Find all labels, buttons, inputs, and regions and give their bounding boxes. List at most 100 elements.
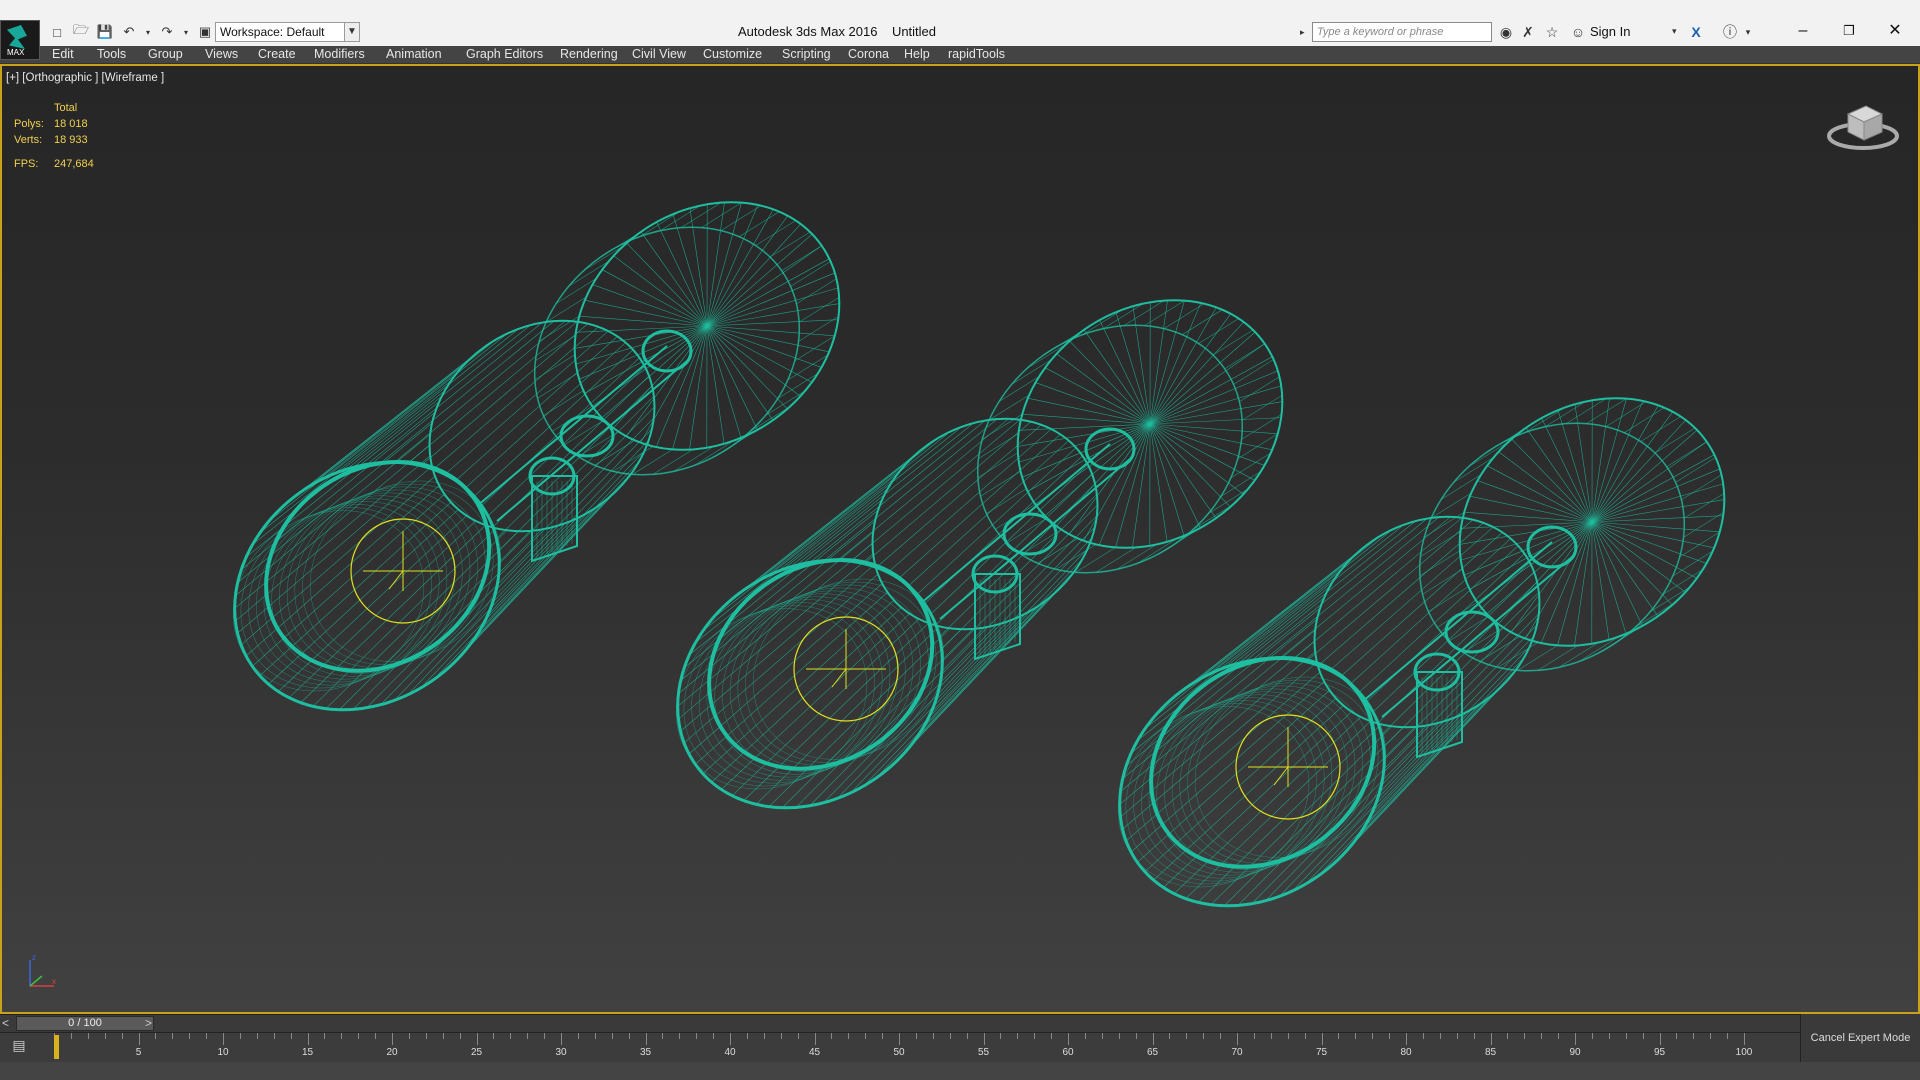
frame-tick [780,1033,782,1039]
menu-rapidtools[interactable]: rapidTools [948,47,1005,61]
frame-tick [1473,1033,1475,1039]
menu-animation[interactable]: Animation [386,47,442,61]
redo-icon[interactable]: ↷ [158,23,176,41]
cylinder-edge [1251,725,1428,904]
wheel-tread [1220,471,1261,497]
search-input[interactable]: Type a keyword or phrase [1312,22,1492,42]
viewcube-icon[interactable] [1826,94,1900,154]
frame-tick [1017,1033,1019,1039]
search-expand-icon[interactable]: ▸ [1300,22,1312,42]
help-dropdown-icon[interactable]: ▾ [1738,22,1758,42]
wireframe-scene[interactable] [2,66,1918,1012]
frame-tick [307,1033,309,1045]
exchange-apps-icon[interactable]: X [1686,22,1706,42]
favorites-star-icon[interactable]: ☆ [1542,22,1562,42]
customize-toolbar-button[interactable]: ▼ [344,22,360,42]
help-icon[interactable]: ⓘ [1720,22,1740,42]
cylinder-edge [809,627,986,806]
frame-tick [865,1033,867,1039]
undo-icon[interactable]: ↶ [120,23,138,41]
wheel-spoke [689,325,708,450]
frame-tick [256,1033,258,1039]
frame-tick [1608,1033,1610,1039]
wheel-back-rim [533,226,801,476]
time-cursor[interactable] [54,1035,59,1059]
communication-center-icon[interactable]: ✗ [1518,22,1538,42]
frame-tick [882,1033,884,1039]
frame-label: 70 [1231,1047,1243,1058]
wheel-spoke [1132,423,1151,548]
restore-button[interactable]: ❐ [1826,18,1872,44]
frame-tick [983,1033,985,1045]
frame-ruler[interactable]: 5 10 15 20 25 30 35 40 45 50 55 60 65 70 75 80 85 90 95 100 [54,1033,1752,1063]
wheel-tread [1011,358,1052,385]
menu-customize[interactable]: Customize [703,47,762,61]
gizmo-axis [388,570,404,590]
wheel-tread [543,390,584,416]
wheel-spoke [579,315,708,327]
perspective-viewport[interactable]: [+] [Orthographic ] [Wireframe ] Total P… [0,64,1920,1014]
frame-tick [797,1033,799,1039]
menu-rendering[interactable]: Rendering [560,47,618,61]
binoculars-icon[interactable]: ◉ [1496,22,1516,42]
new-file-icon[interactable]: □ [48,23,66,41]
viewport-label-menu[interactable]: [+] [Orthographic ] [Wireframe ] [6,72,164,84]
polys-label: Polys: [14,118,44,130]
cylinder-edge [1144,698,1337,872]
minimize-button[interactable]: – [1780,18,1826,44]
sign-in-button[interactable]: Sign In [1590,24,1630,39]
cancel-expert-mode-button[interactable]: Cancel Expert Mode [1800,1014,1920,1062]
menu-edit[interactable]: Edit [52,47,74,61]
wheel-spoke [1498,451,1593,523]
frame-tick [1676,1033,1678,1039]
menu-graph-editors[interactable]: Graph Editors [466,47,543,61]
cylinder-edge [1131,597,1325,754]
cylinder-edge [300,345,487,493]
frame-label: 45 [808,1047,821,1058]
track-bar[interactable]: ▤ 5 10 15 20 25 30 35 40 45 50 55 60 65 70 75 80 85 90 95 1… [0,1032,1800,1062]
frame-tick [189,1033,191,1039]
menu-scripting[interactable]: Scripting [782,47,831,61]
menu-create[interactable]: Create [258,47,296,61]
workspace-dropdown[interactable]: Workspace: Default ▾ [215,22,360,42]
time-slider-bar: < 0 / 100 > [0,1014,1800,1032]
chevron-down-icon[interactable]: ▾ [1672,26,1677,37]
menu-tools[interactable]: Tools [97,47,126,61]
frame-tick [645,1033,647,1045]
time-prev-button[interactable]: < [2,1016,9,1030]
save-file-icon[interactable]: 💾 [96,23,114,41]
frame-tick [1084,1033,1086,1039]
frame-tick [1558,1033,1560,1039]
time-next-button[interactable]: > [145,1016,152,1030]
cylinder-edge [380,526,554,705]
frame-tick [408,1033,410,1039]
wheel-tread [1422,569,1463,595]
menu-group[interactable]: Group [148,47,183,61]
wheel-tread [537,373,578,399]
frame-tick [476,1033,478,1045]
project-folder-icon[interactable]: ▣ [196,23,214,41]
wheel-spoke [1591,405,1659,523]
document-name: Untitled [891,24,937,39]
close-button[interactable]: ✕ [1872,18,1918,44]
wheel-spoke [1149,423,1231,508]
menu-corona[interactable]: Corona [848,47,889,61]
frame-tick [527,1033,529,1039]
wheel-tread [1241,414,1282,440]
user-icon[interactable]: ☺ [1568,22,1588,42]
wheel-spoke [706,202,725,327]
redo-dropdown-icon[interactable]: ▾ [182,23,190,41]
frame-tick [1186,1033,1188,1039]
menu-civil-view[interactable]: Civil View [632,47,686,61]
frame-tick [459,1033,461,1039]
curve-editor-icon[interactable]: ▤ [8,1037,30,1057]
menu-modifiers[interactable]: Modifiers [314,47,365,61]
menu-views[interactable]: Views [205,47,238,61]
open-file-icon[interactable]: 🗁 [72,22,90,41]
undo-dropdown-icon[interactable]: ▾ [144,23,152,41]
menu-help[interactable]: Help [904,47,930,61]
frame-tick [1000,1033,1002,1039]
application-button[interactable]: MAX [0,20,40,60]
frame-tick [1389,1033,1391,1039]
time-slider[interactable]: 0 / 100 [16,1016,154,1031]
